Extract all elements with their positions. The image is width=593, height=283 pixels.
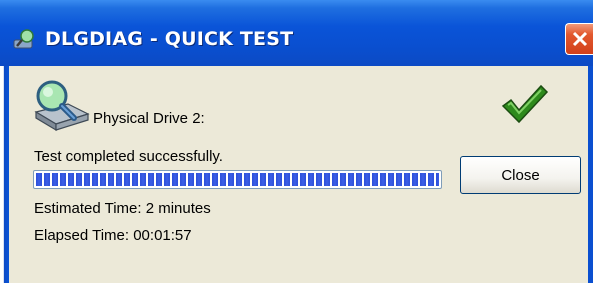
green-checkmark-icon [499, 82, 549, 126]
window-title: DLGDIAG - QUICK TEST [45, 28, 294, 50]
drive-label: Physical Drive 2: [93, 110, 205, 127]
window-right-border [588, 66, 593, 283]
magnifier-drive-icon [30, 78, 92, 132]
status-message: Test completed successfully. [34, 148, 223, 165]
progress-bar [33, 170, 442, 189]
window-left-border [0, 66, 9, 283]
app-diagnostic-icon [12, 27, 38, 51]
close-x-icon [572, 31, 588, 47]
elapsed-time: Elapsed Time: 00:01:57 [34, 227, 192, 244]
close-button[interactable]: Close [460, 156, 581, 194]
window-close-button[interactable] [565, 23, 593, 55]
estimated-time: Estimated Time: 2 minutes [34, 200, 211, 217]
progress-fill [36, 173, 439, 186]
title-bar[interactable]: DLGDIAG - QUICK TEST [0, 0, 593, 66]
dialog-window: DLGDIAG - QUICK TEST Physical Drive 2: T… [0, 0, 593, 283]
